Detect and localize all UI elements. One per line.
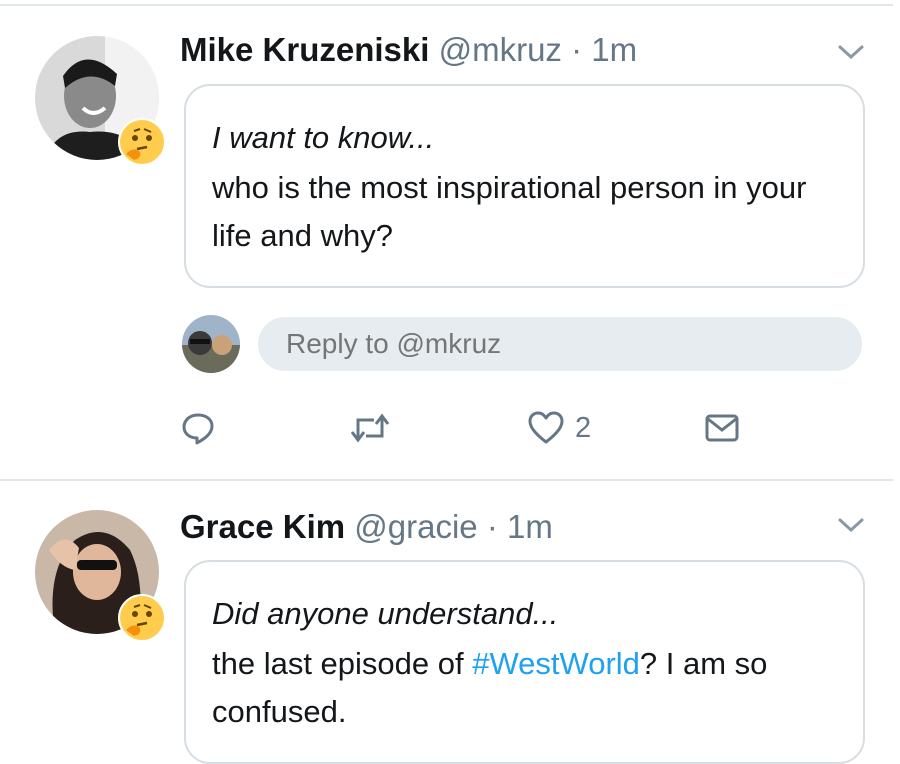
retweet-button[interactable] <box>348 408 392 448</box>
tweet-card[interactable]: I want to know... who is the most inspir… <box>184 84 865 288</box>
author-name[interactable]: Grace Kim <box>180 508 345 545</box>
thinking-face-icon <box>118 594 166 642</box>
tweet-text-start: the last episode of <box>212 646 473 681</box>
like-button[interactable]: 2 <box>527 408 591 448</box>
reply-input[interactable] <box>258 317 862 371</box>
envelope-icon <box>705 414 739 442</box>
reply-icon <box>182 413 214 445</box>
tweet-timestamp[interactable]: 1m <box>591 31 637 68</box>
retweet-icon <box>350 413 390 443</box>
thinking-face-icon <box>118 118 166 166</box>
direct-message-button[interactable] <box>704 408 740 448</box>
tweet-mkruz[interactable]: Mike Kruzeniski @mkruz · 1m I want to kn… <box>0 0 900 470</box>
chevron-down-icon[interactable] <box>836 515 866 535</box>
reply-row <box>0 315 900 375</box>
tweet-intro: Did anyone understand... <box>212 596 559 631</box>
tweet-gracie[interactable]: Grace Kim @gracie · 1m Did anyone unders… <box>0 481 900 764</box>
tweet-header: Grace Kim @gracie · 1m <box>180 507 553 547</box>
tweet-card[interactable]: Did anyone understand... the last episod… <box>184 560 865 764</box>
reply-button[interactable] <box>180 408 216 448</box>
author-handle[interactable]: @mkruz <box>439 31 562 68</box>
tweet-text: the last episode of #WestWorld? I am so … <box>212 640 842 736</box>
tweet-timestamp[interactable]: 1m <box>507 508 553 545</box>
header-separator: · <box>486 508 498 545</box>
tweet-intro: I want to know... <box>212 120 435 155</box>
tweet-text: who is the most inspirational person in … <box>212 170 807 253</box>
author-name[interactable]: Mike Kruzeniski <box>180 31 429 68</box>
heart-icon <box>528 411 564 444</box>
header-separator: · <box>571 31 583 68</box>
hashtag-link[interactable]: #WestWorld <box>472 646 640 681</box>
author-handle[interactable]: @gracie <box>354 508 477 545</box>
tweet-header: Mike Kruzeniski @mkruz · 1m <box>180 30 637 70</box>
tweet-actions: 2 <box>0 408 900 458</box>
chevron-down-icon[interactable] <box>836 42 866 62</box>
like-count: 2 <box>575 411 592 444</box>
current-user-avatar[interactable] <box>182 315 240 373</box>
